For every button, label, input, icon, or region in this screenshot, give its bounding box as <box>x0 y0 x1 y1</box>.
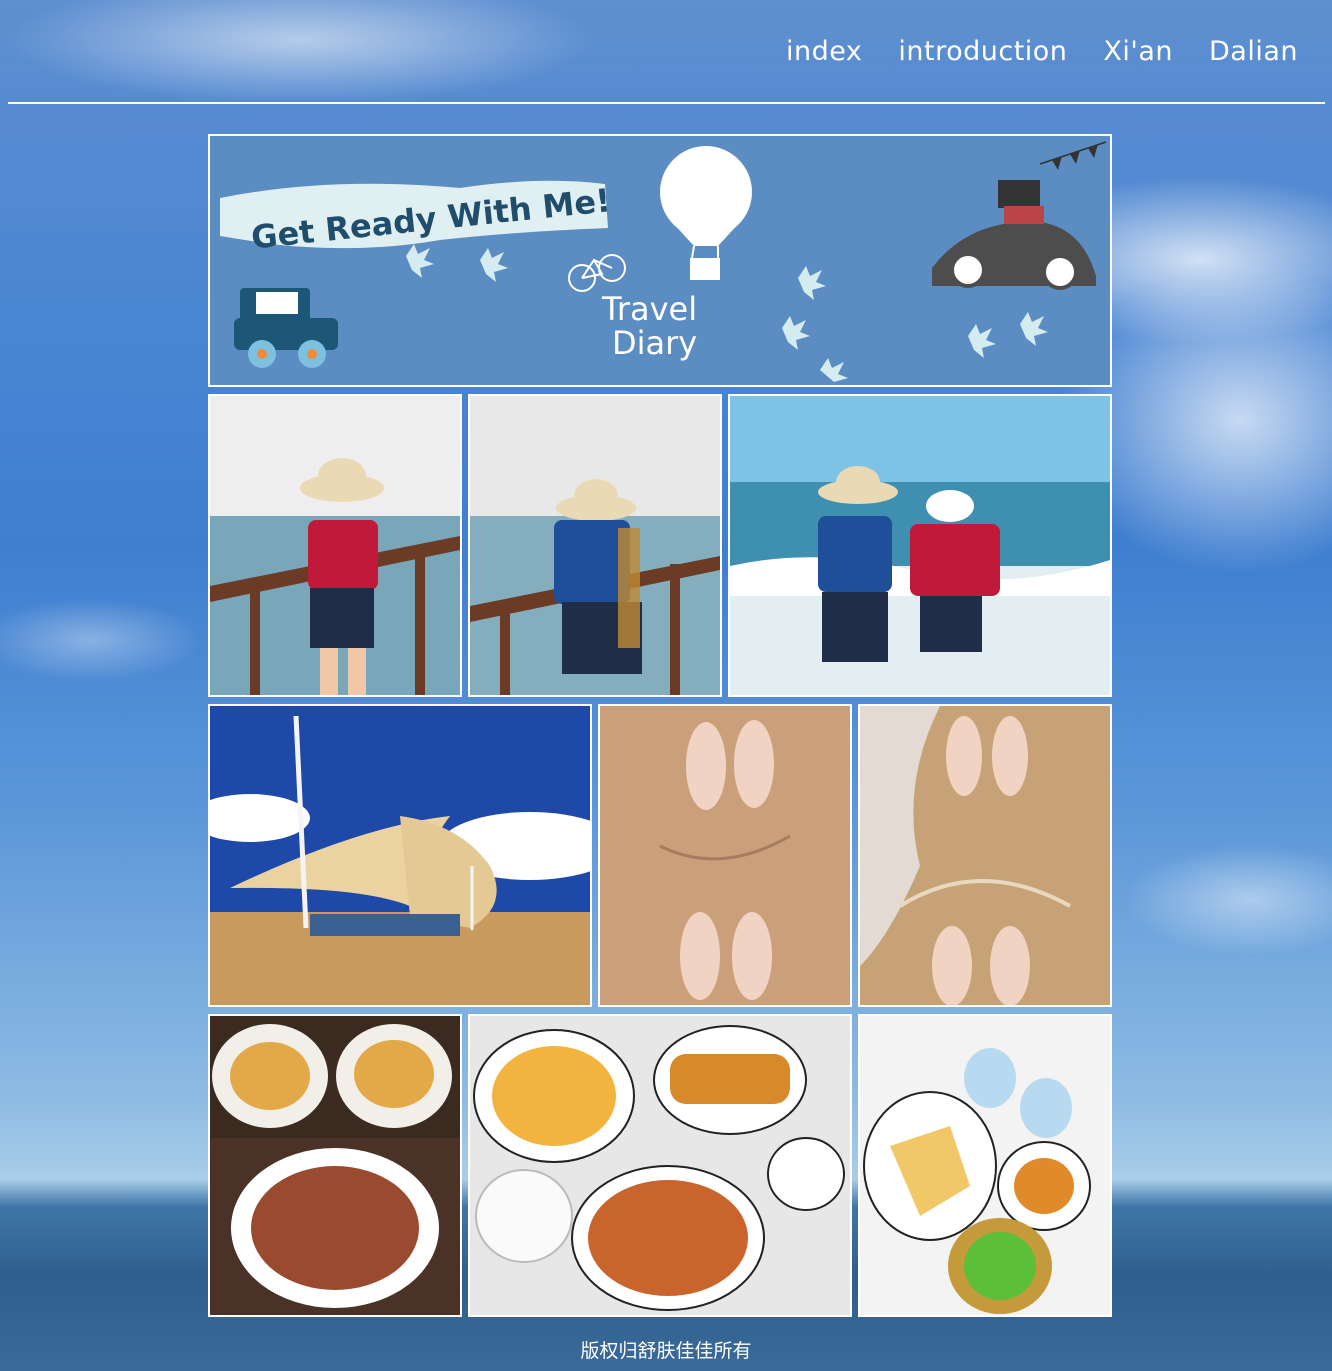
photo-feet-in-water[interactable] <box>858 704 1112 1007</box>
photo-seafood-dishes[interactable] <box>208 1014 462 1317</box>
photo-cherries-noodles-table[interactable] <box>468 1014 852 1317</box>
photo-image <box>470 396 720 695</box>
photo-image <box>470 1016 850 1315</box>
nav-link-index[interactable]: index <box>786 36 862 67</box>
banner-title-line1: Travel <box>601 290 697 328</box>
travel-diary-banner: Get Ready With Me! Travel Diary <box>208 134 1112 387</box>
photo-girl-blue-shirt-railing[interactable] <box>468 394 722 697</box>
nav-link-introduction[interactable]: introduction <box>898 36 1067 67</box>
nav-link-dalian[interactable]: Dalian <box>1209 36 1298 67</box>
banner-illustration: Get Ready With Me! Travel Diary <box>210 136 1110 385</box>
photo-two-girls-beach[interactable] <box>728 394 1112 697</box>
photo-image <box>860 1016 1110 1315</box>
photo-feet-in-sand[interactable] <box>598 704 852 1007</box>
header-divider <box>8 102 1325 104</box>
photo-girl-red-shirt-railing[interactable] <box>208 394 462 697</box>
photo-image <box>210 706 590 1005</box>
nav-link-xian[interactable]: Xi'an <box>1103 36 1173 67</box>
photo-image <box>210 1016 460 1315</box>
footer-copyright: 版权归舒肤佳佳所有 <box>580 1340 752 1362</box>
photo-image <box>210 396 460 695</box>
photo-image <box>860 706 1110 1005</box>
photo-breakfast-table[interactable] <box>858 1014 1112 1317</box>
photo-image <box>730 396 1110 695</box>
top-nav: index introduction Xi'an Dalian <box>786 0 1298 102</box>
photo-image <box>600 706 850 1005</box>
banner-title-line2: Diary <box>612 324 697 362</box>
photo-beach-tent[interactable] <box>208 704 592 1007</box>
